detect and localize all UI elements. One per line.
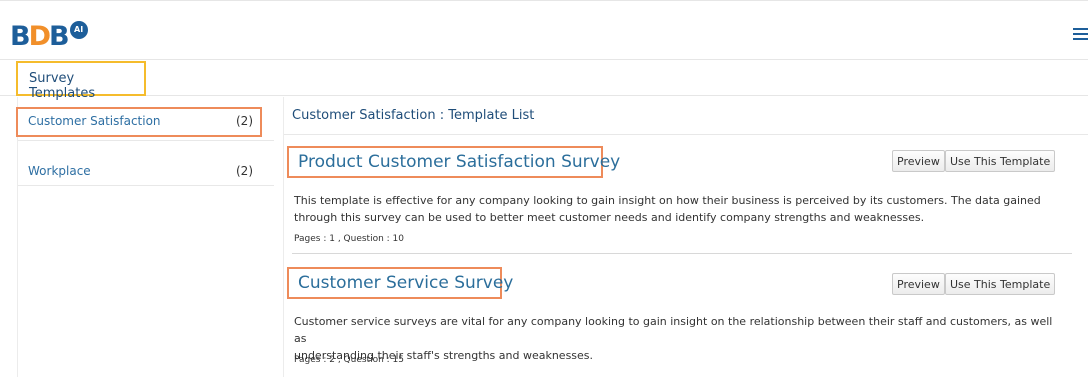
sidebar-item-workplace[interactable]: Workplace (2): [18, 146, 274, 186]
description-line: This template is effective for any compa…: [294, 194, 1041, 207]
template-meta: Pages : 1 , Question : 10: [294, 234, 404, 244]
logo-text: BDB: [10, 21, 70, 52]
sidebar-item-count: (2): [236, 114, 253, 128]
bdb-logo[interactable]: BDB AI: [10, 21, 88, 52]
logo-ai-badge: AI: [69, 21, 88, 39]
sub-navigation: Survey Templates: [0, 61, 1088, 101]
description-line: understanding their staff's strengths an…: [294, 349, 594, 362]
template-title[interactable]: Product Customer Satisfaction Survey: [287, 146, 620, 178]
hamburger-icon[interactable]: [1073, 28, 1088, 40]
sidebar-item-customer-satisfaction[interactable]: Customer Satisfaction (2): [16, 97, 274, 141]
sidebar-item-label: Workplace: [28, 164, 91, 178]
template-description: Customer service surveys are vital for a…: [294, 313, 1064, 364]
template-list-panel: Customer Satisfaction : Template List Pr…: [283, 97, 1088, 377]
template-list-heading: Customer Satisfaction : Template List: [284, 97, 1088, 135]
tab-survey-templates[interactable]: Survey Templates: [16, 61, 146, 101]
description-line: Customer service surveys are vital for a…: [294, 315, 1053, 345]
top-bar: BDB AI: [0, 0, 1088, 60]
template-meta: Pages : 2 , Question : 15: [294, 355, 404, 365]
preview-button[interactable]: Preview: [892, 150, 945, 172]
preview-button[interactable]: Preview: [892, 273, 945, 295]
use-template-button[interactable]: Use This Template: [945, 273, 1056, 295]
use-template-button[interactable]: Use This Template: [945, 150, 1056, 172]
sidebar-item-count: (2): [236, 164, 253, 178]
template-title[interactable]: Customer Service Survey: [287, 267, 513, 299]
template-description: This template is effective for any compa…: [294, 192, 1064, 226]
description-line: through this survey can be used to bette…: [294, 211, 925, 224]
divider: [292, 253, 1072, 254]
category-sidebar: Customer Satisfaction (2) Workplace (2): [16, 97, 274, 377]
sidebar-item-label: Customer Satisfaction: [28, 114, 161, 128]
